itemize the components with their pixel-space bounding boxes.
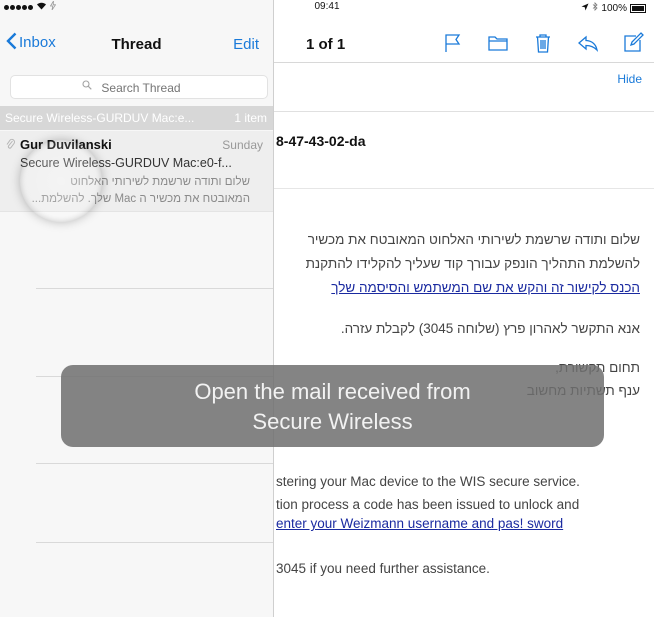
body-english-contact: 3045 if you need further assistance. bbox=[276, 561, 490, 576]
search-bar[interactable] bbox=[10, 75, 271, 100]
thread-subject: Secure Wireless-GURDUV Mac:e... bbox=[5, 111, 195, 125]
list-separator bbox=[36, 288, 273, 289]
touch-magnifier bbox=[20, 140, 102, 222]
body-hebrew-line-2: להשלמת התהליך הונפק עבורך קוד שעליך להקל… bbox=[305, 256, 640, 271]
thread-navigation-bar: Inbox Thread Edit bbox=[0, 28, 273, 62]
instruction-overlay: Open the mail received from Secure Wirel… bbox=[61, 365, 604, 447]
message-date: Sunday bbox=[222, 138, 263, 152]
thread-list-pane: Inbox Thread Edit Secure Wireless-GURDUV… bbox=[0, 0, 274, 617]
english-login-link[interactable]: enter your Weizmann username and pas! sw… bbox=[276, 516, 563, 531]
edit-button[interactable]: Edit bbox=[233, 36, 259, 53]
attachment-icon bbox=[6, 138, 15, 153]
instruction-line-2: Secure Wireless bbox=[252, 409, 413, 434]
body-hebrew-contact: אנא התקשר לאהרון פרץ (שלוחה 3045) לקבלת … bbox=[340, 321, 640, 336]
thread-item-count: 1 item bbox=[234, 111, 267, 125]
body-english-line-1: stering your Mac device to the WIS secur… bbox=[276, 474, 580, 489]
search-thread-input[interactable] bbox=[11, 76, 271, 100]
list-separator bbox=[36, 542, 273, 543]
ipad-mail-screen: Inbox Thread Edit Secure Wireless-GURDUV… bbox=[0, 0, 654, 617]
body-hebrew-line-1: שלום ותודה שרשמת לשירותי האלחוט המאובטח … bbox=[307, 232, 640, 247]
body-english-line-2: tion process a code has been issued to u… bbox=[276, 497, 580, 512]
list-separator bbox=[36, 463, 273, 464]
search-icon bbox=[82, 80, 92, 90]
thread-group-header: Secure Wireless-GURDUV Mac:e... 1 item bbox=[0, 106, 273, 130]
message-body: שלום ותודה שרשמת לשירותי האלחוט המאובטח … bbox=[274, 0, 640, 617]
hebrew-login-link[interactable]: הכנס לקישור זה והקש את שם המשתמש והסיסמה… bbox=[331, 280, 640, 295]
thread-title: Thread bbox=[111, 36, 162, 53]
instruction-line-1: Open the mail received from bbox=[194, 379, 471, 404]
